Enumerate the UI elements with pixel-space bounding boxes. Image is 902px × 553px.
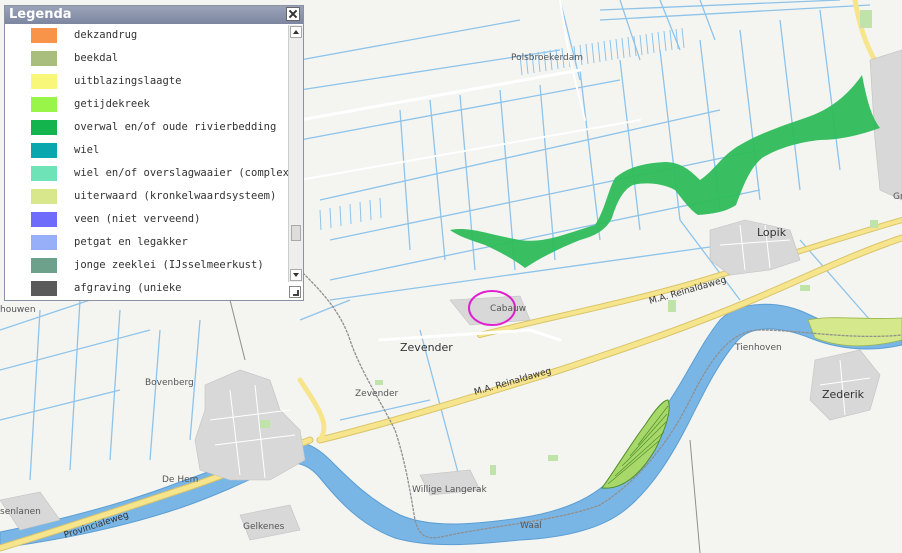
legend-header[interactable]: Legenda (5, 6, 303, 24)
legend-item-label: wiel (74, 144, 100, 156)
label-lopik: Lopik (757, 226, 787, 239)
legend-swatch (31, 166, 57, 181)
legend-item: dekzandrug (5, 25, 289, 48)
legend-item-label: overwal en/of oude rivierbedding (74, 121, 277, 133)
legend-item-label: jonge zeeklei (IJsselmeerkust) (74, 259, 264, 271)
legend-swatch (31, 189, 57, 204)
legend-item-label: wiel en/of overslagwaaier (complex0 (74, 167, 289, 179)
scroll-up-icon[interactable] (290, 26, 302, 38)
label-waal: Waal (520, 521, 542, 531)
legend-swatch (31, 281, 57, 296)
legend-item: uitblazingslaagte (5, 71, 289, 94)
legend-swatch (31, 120, 57, 135)
legend-swatch (31, 97, 57, 112)
legend-item-label: petgat en legakker (74, 236, 188, 248)
legend-item: afgraving (unieke (5, 278, 289, 300)
legend-swatch (31, 143, 57, 158)
legend-item: uiterwaard (kronkelwaardsysteem) (5, 186, 289, 209)
legend-swatch (31, 28, 57, 43)
legend-item: petgat en legakker (5, 232, 289, 255)
legend-item: jonge zeeklei (IJsselmeerkust) (5, 255, 289, 278)
legend-item-label: beekdal (74, 52, 119, 64)
label-willige-langerak: Willige Langerak (412, 485, 488, 495)
legend-title: Legenda (9, 7, 72, 22)
legend-item: wiel en/of overslagwaaier (complex0 (5, 163, 289, 186)
label-gelkenes: Gelkenes (243, 522, 285, 532)
scroll-down-icon[interactable] (290, 269, 302, 281)
legend-panel[interactable]: Legenda dekzandrug beekdal uitblazingslaag… (4, 5, 304, 301)
legend-item: wiel (5, 140, 289, 163)
label-bovenberg: Bovenberg (145, 378, 194, 388)
legend-swatch (31, 51, 57, 66)
label-tienhoven: Tienhoven (734, 343, 782, 353)
legend-item-label: uitblazingslaagte (74, 75, 182, 87)
label-senlanen: senlanen (0, 507, 41, 517)
resize-handle-icon[interactable] (289, 286, 301, 298)
label-zederik: Zederik (822, 388, 865, 401)
label-gr: Gr (893, 192, 902, 202)
legend-item-label: afgraving (unieke (74, 282, 182, 294)
legend-swatch (31, 235, 57, 250)
scroll-thumb[interactable] (291, 225, 301, 241)
legend-swatch (31, 74, 57, 89)
legend-swatch (31, 258, 57, 273)
legend-item: beekdal (5, 48, 289, 71)
legend-swatch (31, 212, 57, 227)
legend-item-label: dekzandrug (74, 29, 138, 41)
label-zevender-small: Zevender (355, 389, 399, 399)
legend-item-label: getijdekreek (74, 98, 150, 110)
legend-item: veen (niet verveend) (5, 209, 289, 232)
label-de-hem: De Hem (162, 475, 198, 485)
legend-scrollbar[interactable] (288, 25, 303, 282)
label-houwen: houwen (0, 305, 36, 315)
label-polsbroekerdam: Polsbroekerdam (511, 53, 583, 63)
legend-item-label: veen (niet verveend) (74, 213, 201, 225)
legend-item: overwal en/of oude rivierbedding (5, 117, 289, 140)
label-zevender: Zevender (400, 341, 453, 354)
legend-item: getijdekreek (5, 94, 289, 117)
close-icon[interactable] (286, 7, 300, 21)
legend-list: dekzandrug beekdal uitblazingslaagte getijd… (5, 25, 289, 300)
legend-item-label: uiterwaard (kronkelwaardsysteem) (74, 190, 277, 202)
label-cabauw: Cabauw (490, 304, 526, 314)
